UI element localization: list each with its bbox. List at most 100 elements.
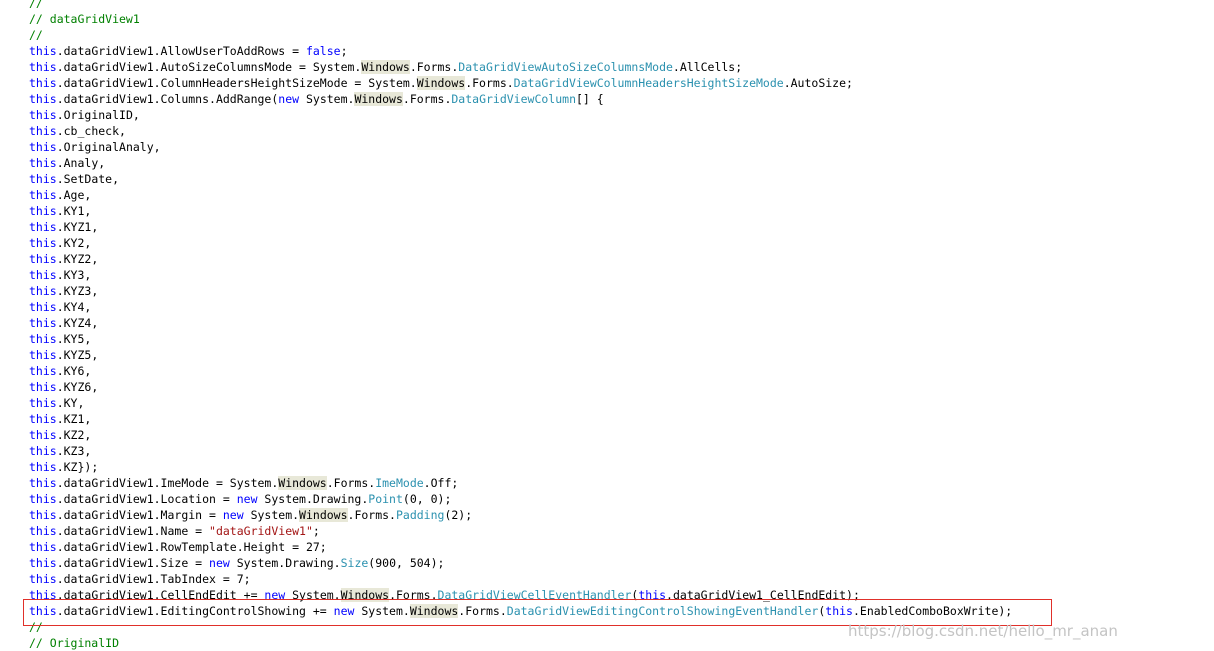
code-line[interactable]: this.dataGridView1.ColumnHeadersHeightSi… [29,75,853,91]
code-line[interactable]: this.KYZ2, [29,251,98,267]
code-line[interactable]: this.SetDate, [29,171,119,187]
code-token: this [29,460,57,474]
code-line[interactable]: this.Age, [29,187,91,203]
code-line[interactable]: this.dataGridView1.ImeMode = System.Wind… [29,475,458,491]
code-token: this [29,332,57,346]
code-line[interactable]: this.dataGridView1.Size = new System.Dra… [29,555,444,571]
code-line[interactable]: this.dataGridView1.RowTemplate.Height = … [29,539,327,555]
code-token: this [29,124,57,138]
code-token: this [29,508,57,522]
code-line[interactable]: this.KYZ3, [29,283,98,299]
code-token: .AutoSize; [783,76,853,90]
code-line[interactable]: this.KZ2, [29,427,91,443]
code-line[interactable]: this.KY5, [29,331,91,347]
code-token: .Age, [56,188,92,202]
code-line[interactable]: this.cb_check, [29,123,126,139]
code-line[interactable]: // OriginalID [29,635,119,651]
code-token: Windows [354,92,403,106]
code-token: .KY2, [56,236,92,250]
code-token: .dataGridView1.ColumnHeadersHeightSizeMo… [56,76,417,90]
code-line[interactable]: this.dataGridView1.Margin = new System.W… [29,507,472,523]
code-token: .OriginalID, [56,108,140,122]
code-token: DataGridViewColumn [451,92,576,106]
code-token: ImeMode [375,476,424,490]
code-line[interactable]: this.KY4, [29,299,91,315]
code-line[interactable]: this.KY3, [29,267,91,283]
code-line[interactable]: this.KZ3, [29,443,91,459]
code-token: .KYZ3, [56,284,99,298]
code-editor[interactable]: //// dataGridView1//this.dataGridView1.A… [0,0,1214,651]
code-token: .Forms. [409,60,459,74]
code-token: DataGridViewAutoSizeColumnsMode [458,60,673,74]
code-token: Point [368,492,403,506]
code-token: new [209,556,230,570]
code-token: .dataGridView1.Location = [56,492,237,506]
code-token: .KYZ1, [56,220,99,234]
code-token: .KY6, [56,364,92,378]
code-token: .dataGridView1.TabIndex = 7; [56,572,251,586]
code-token: this [29,572,57,586]
code-line[interactable]: this.KYZ4, [29,315,98,331]
code-line[interactable]: this.KY, [29,395,84,411]
code-line[interactable]: this.KY6, [29,363,91,379]
code-token: (2); [444,508,473,522]
code-token: .dataGridView1.Name = [56,524,210,538]
code-line[interactable]: this.dataGridView1.AllowUserToAddRows = … [29,43,348,59]
code-token: .Off; [423,476,459,490]
code-token: // dataGridView1 [29,12,140,26]
code-token: .dataGridView1.AllowUserToAddRows = [56,44,306,58]
code-line[interactable]: this.KYZ5, [29,347,98,363]
code-token: this [29,140,57,154]
code-token: .Forms. [326,476,376,490]
code-token: this [29,524,57,538]
code-line[interactable]: this.KZ}); [29,459,98,475]
code-token: .Analy, [56,156,106,170]
code-token: .KYZ4, [56,316,99,330]
code-token: this [29,204,57,218]
code-line[interactable]: this.OriginalAnaly, [29,139,161,155]
code-token: .OriginalAnaly, [56,140,161,154]
code-token: this [29,476,57,490]
code-token: new [222,508,244,522]
code-token: this [29,284,57,298]
code-line[interactable]: this.dataGridView1.Name = "dataGridView1… [29,523,320,539]
code-line[interactable]: this.KZ1, [29,411,91,427]
code-token: this [29,76,57,90]
code-line[interactable]: this.dataGridView1.TabIndex = 7; [29,571,251,587]
code-token: .KY3, [56,268,92,282]
code-token: System.Drawing. [229,556,341,570]
code-token: this [29,172,57,186]
code-token: this [29,44,57,58]
code-line[interactable]: // dataGridView1 [29,11,140,27]
code-token: (0, 0); [402,492,452,506]
code-line[interactable]: this.KY2, [29,235,91,251]
code-token: .dataGridView1.ImeMode = System. [56,476,279,490]
code-token: Windows [299,508,348,522]
code-line[interactable]: this.dataGridView1.Location = new System… [29,491,451,507]
code-line[interactable]: this.dataGridView1.AutoSizeColumnsMode =… [29,59,742,75]
code-token: ; [340,44,348,58]
code-token: // [29,0,43,10]
code-token: new [278,92,300,106]
code-token: .KZ2, [56,428,92,442]
code-line[interactable]: this.dataGridView1.Columns.AddRange(new … [29,91,604,107]
code-token: // OriginalID [29,636,120,650]
code-token: this [29,252,57,266]
code-line[interactable]: // [29,27,43,43]
code-token: new [236,492,258,506]
code-token: .KY, [56,396,85,410]
code-token: // [29,28,43,42]
code-token: .dataGridView1.Columns.AddRange( [56,92,279,106]
code-line[interactable]: this.KYZ6, [29,379,98,395]
code-token: Windows [278,476,327,490]
code-line[interactable]: // [29,0,43,11]
code-line[interactable]: this.Analy, [29,155,105,171]
code-token: this [29,556,57,570]
code-token: this [29,380,57,394]
code-line[interactable]: this.KYZ1, [29,219,98,235]
code-token: Windows [361,60,410,74]
code-token: false [305,44,341,58]
code-line[interactable]: this.OriginalID, [29,107,140,123]
code-token: DataGridViewColumnHeadersHeightSizeMode [513,76,784,90]
code-line[interactable]: this.KY1, [29,203,91,219]
